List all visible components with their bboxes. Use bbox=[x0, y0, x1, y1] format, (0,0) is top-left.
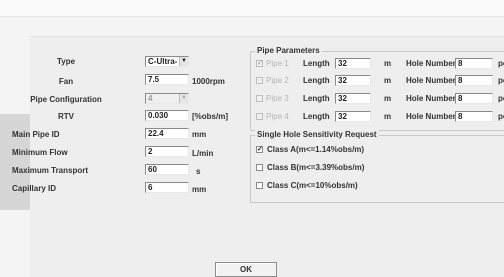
sensitivity-checkbox[interactable]: ✓ bbox=[256, 146, 263, 153]
sensitivity-checkbox[interactable] bbox=[256, 164, 263, 171]
fan-input[interactable]: 7.5 bbox=[145, 74, 189, 85]
pipe-configuration-select: 4 ▼ bbox=[145, 93, 189, 104]
length-label: Length bbox=[303, 59, 330, 68]
chevron-down-icon: ▼ bbox=[179, 94, 188, 103]
type-label: Type bbox=[56, 57, 76, 66]
sensitivity-option-label: Class A(m<=1.14%obs/m) bbox=[267, 145, 365, 154]
hole-number-label: Hole Number bbox=[406, 76, 456, 85]
pipe-length-input[interactable]: 32 bbox=[335, 75, 371, 86]
hole-unit: pc bbox=[498, 59, 504, 68]
pipe-parameters-title: Pipe Parameters bbox=[255, 46, 322, 55]
type-value: C-Ultra- bbox=[148, 57, 178, 66]
hole-unit: pc bbox=[498, 112, 504, 121]
hole-number-label: Hole Number bbox=[406, 94, 456, 103]
hole-number-input[interactable]: 8 bbox=[455, 75, 493, 86]
rtv-unit: [%obs/m] bbox=[192, 112, 228, 121]
pipe-name: Pipe 2 bbox=[266, 76, 289, 85]
pipe-checkbox: ✓ bbox=[256, 60, 263, 67]
settings-dialog: Type Fan Pipe Configuration RTV Main Pip… bbox=[12, 36, 504, 277]
sensitivity-option-label: Class B(m<=3.39%obs/m) bbox=[267, 163, 365, 172]
background-panel bbox=[0, 114, 30, 210]
minimum-flow-input[interactable]: 2 bbox=[145, 146, 189, 157]
hole-unit: pc bbox=[498, 94, 504, 103]
hole-number-input[interactable]: 8 bbox=[455, 58, 493, 69]
length-unit: m bbox=[384, 59, 392, 68]
rtv-label: RTV bbox=[58, 112, 74, 121]
pipe-length-input[interactable]: 32 bbox=[335, 111, 371, 122]
length-label: Length bbox=[303, 76, 330, 85]
pipe-checkbox bbox=[256, 95, 263, 102]
hole-unit: pc bbox=[498, 76, 504, 85]
length-unit: m bbox=[384, 112, 392, 121]
pipe-name: Pipe 4 bbox=[266, 112, 289, 121]
maximum-transport-label: Maximum Transport bbox=[12, 166, 89, 175]
pipe-length-input[interactable]: 32 bbox=[335, 58, 371, 69]
fan-label: Fan bbox=[58, 77, 74, 86]
hole-number-input[interactable]: 8 bbox=[455, 111, 493, 122]
pipe-name: Pipe 3 bbox=[266, 94, 289, 103]
main-pipe-id-label: Main Pipe ID bbox=[12, 130, 60, 139]
top-bar bbox=[0, 0, 504, 17]
length-unit: m bbox=[384, 76, 392, 85]
capillary-id-unit: mm bbox=[192, 185, 207, 194]
pipe-checkbox bbox=[256, 113, 263, 120]
hole-number-label: Hole Number bbox=[406, 112, 456, 121]
pipe-configuration-label: Pipe Configuration bbox=[30, 95, 102, 104]
main-pipe-id-input[interactable]: 22.4 bbox=[145, 128, 189, 139]
maximum-transport-unit: s bbox=[196, 167, 201, 176]
capillary-id-label: Capillary ID bbox=[12, 184, 57, 193]
capillary-id-input[interactable]: 6 bbox=[145, 182, 189, 193]
pipe-name: Pipe 1 bbox=[266, 59, 289, 68]
ok-button[interactable]: OK bbox=[215, 262, 277, 277]
hole-number-input[interactable]: 8 bbox=[455, 93, 493, 104]
length-label: Length bbox=[303, 112, 330, 121]
main-pipe-id-unit: mm bbox=[192, 130, 207, 139]
pipe-checkbox bbox=[256, 77, 263, 84]
minimum-flow-label: Minimum Flow bbox=[12, 148, 68, 157]
hole-number-label: Hole Number bbox=[406, 59, 456, 68]
maximum-transport-input[interactable]: 60 bbox=[145, 164, 189, 175]
rtv-input[interactable]: 0.030 bbox=[145, 110, 189, 121]
sensitivity-option-label: Class C(m<=10%obs/m) bbox=[267, 181, 358, 190]
pipe-length-input[interactable]: 32 bbox=[335, 93, 371, 104]
length-unit: m bbox=[384, 94, 392, 103]
minimum-flow-unit: L/min bbox=[192, 149, 214, 158]
chevron-down-icon[interactable]: ▼ bbox=[179, 57, 188, 66]
fan-unit: 1000rpm bbox=[192, 77, 225, 86]
pipe-configuration-value: 4 bbox=[148, 94, 153, 103]
type-select[interactable]: C-Ultra- ▼ bbox=[145, 56, 189, 67]
sensitivity-title: Single Hole Sensitivity Request bbox=[255, 130, 379, 139]
sensitivity-checkbox[interactable] bbox=[256, 182, 263, 189]
length-label: Length bbox=[303, 94, 330, 103]
